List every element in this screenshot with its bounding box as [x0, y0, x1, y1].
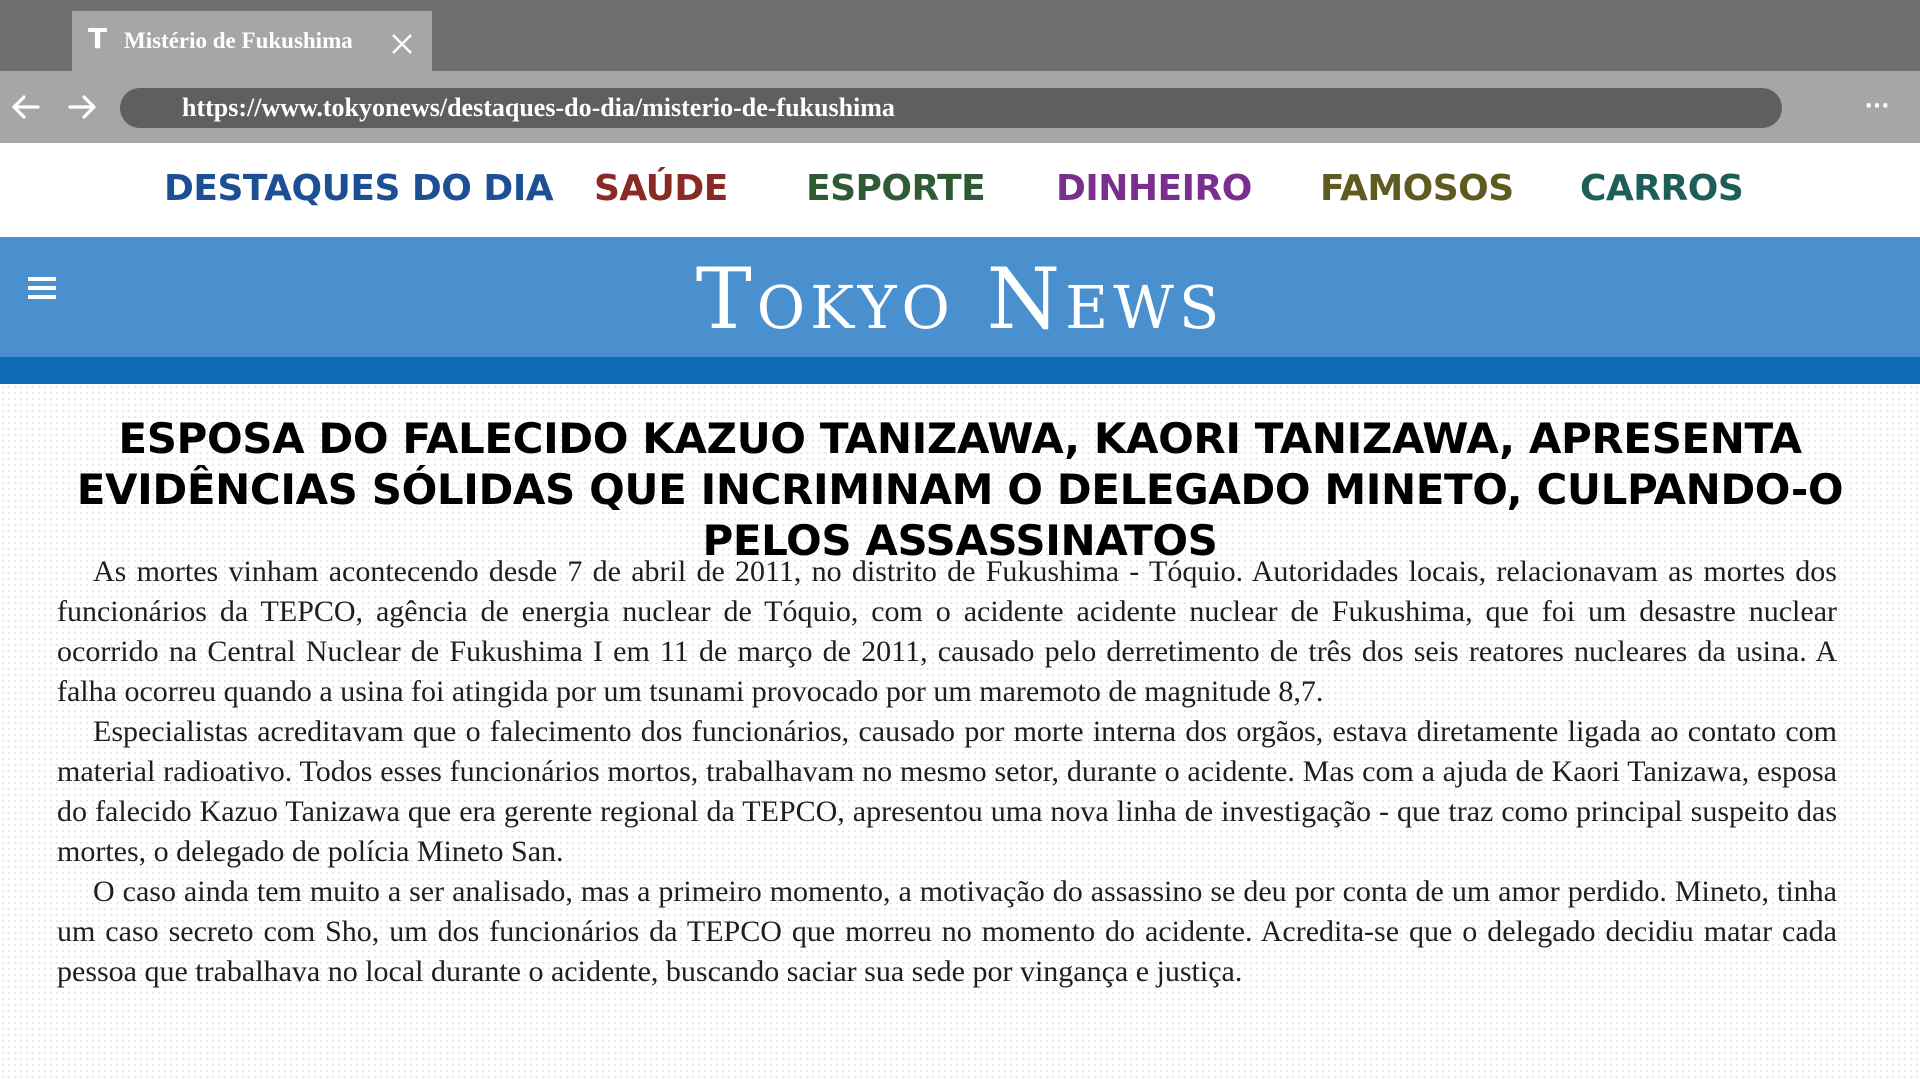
browser-address-bar: https://www.tokyonews/destaques-do-dia/m… — [0, 71, 1920, 143]
nav-link-esporte[interactable]: ESPORTE — [806, 167, 986, 211]
masthead-stripe — [0, 357, 1920, 384]
article-body: As mortes vinham acontecendo desde 7 de … — [57, 552, 1837, 992]
nav-link-saude[interactable]: SAÚDE — [594, 167, 728, 211]
arrow-left-icon[interactable] — [10, 93, 42, 121]
more-horizontal-icon[interactable]: ··· — [1862, 95, 1892, 119]
browser-tab[interactable]: T Mistério de Fukushima — [72, 11, 432, 71]
nav-link-famosos[interactable]: FAMOSOS — [1320, 167, 1514, 211]
article-paragraph: Especialistas acreditavam que o falecime… — [57, 715, 1837, 868]
article-headline: ESPOSA DO FALECIDO KAZUO TANIZAWA, KAORI… — [76, 414, 1844, 565]
masthead: Tokyo news — [0, 237, 1920, 357]
url-input[interactable]: https://www.tokyonews/destaques-do-dia/m… — [120, 88, 1782, 128]
site-favicon-icon: T — [88, 22, 108, 55]
tab-title: Mistério de Fukushima — [124, 28, 353, 53]
nav-link-dinheiro[interactable]: DINHEIRO — [1056, 167, 1252, 211]
nav-link-carros[interactable]: CARROS — [1580, 167, 1744, 211]
browser-tab-bar: T Mistério de Fukushima — [0, 0, 1920, 71]
url-text: https://www.tokyonews/destaques-do-dia/m… — [182, 93, 895, 122]
site-logo[interactable]: Tokyo news — [0, 257, 1920, 341]
nav-link-destaques-do-dia[interactable]: DESTAQUES DO DIA — [164, 167, 554, 211]
article-paragraph: O caso ainda tem muito a ser analisado, … — [57, 875, 1837, 988]
arrow-right-icon[interactable] — [66, 93, 98, 121]
category-nav: DESTAQUES DO DIA SAÚDE ESPORTE DINHEIRO … — [0, 143, 1920, 237]
article-paragraph: As mortes vinham acontecendo desde 7 de … — [57, 555, 1837, 708]
close-icon[interactable] — [390, 32, 414, 56]
